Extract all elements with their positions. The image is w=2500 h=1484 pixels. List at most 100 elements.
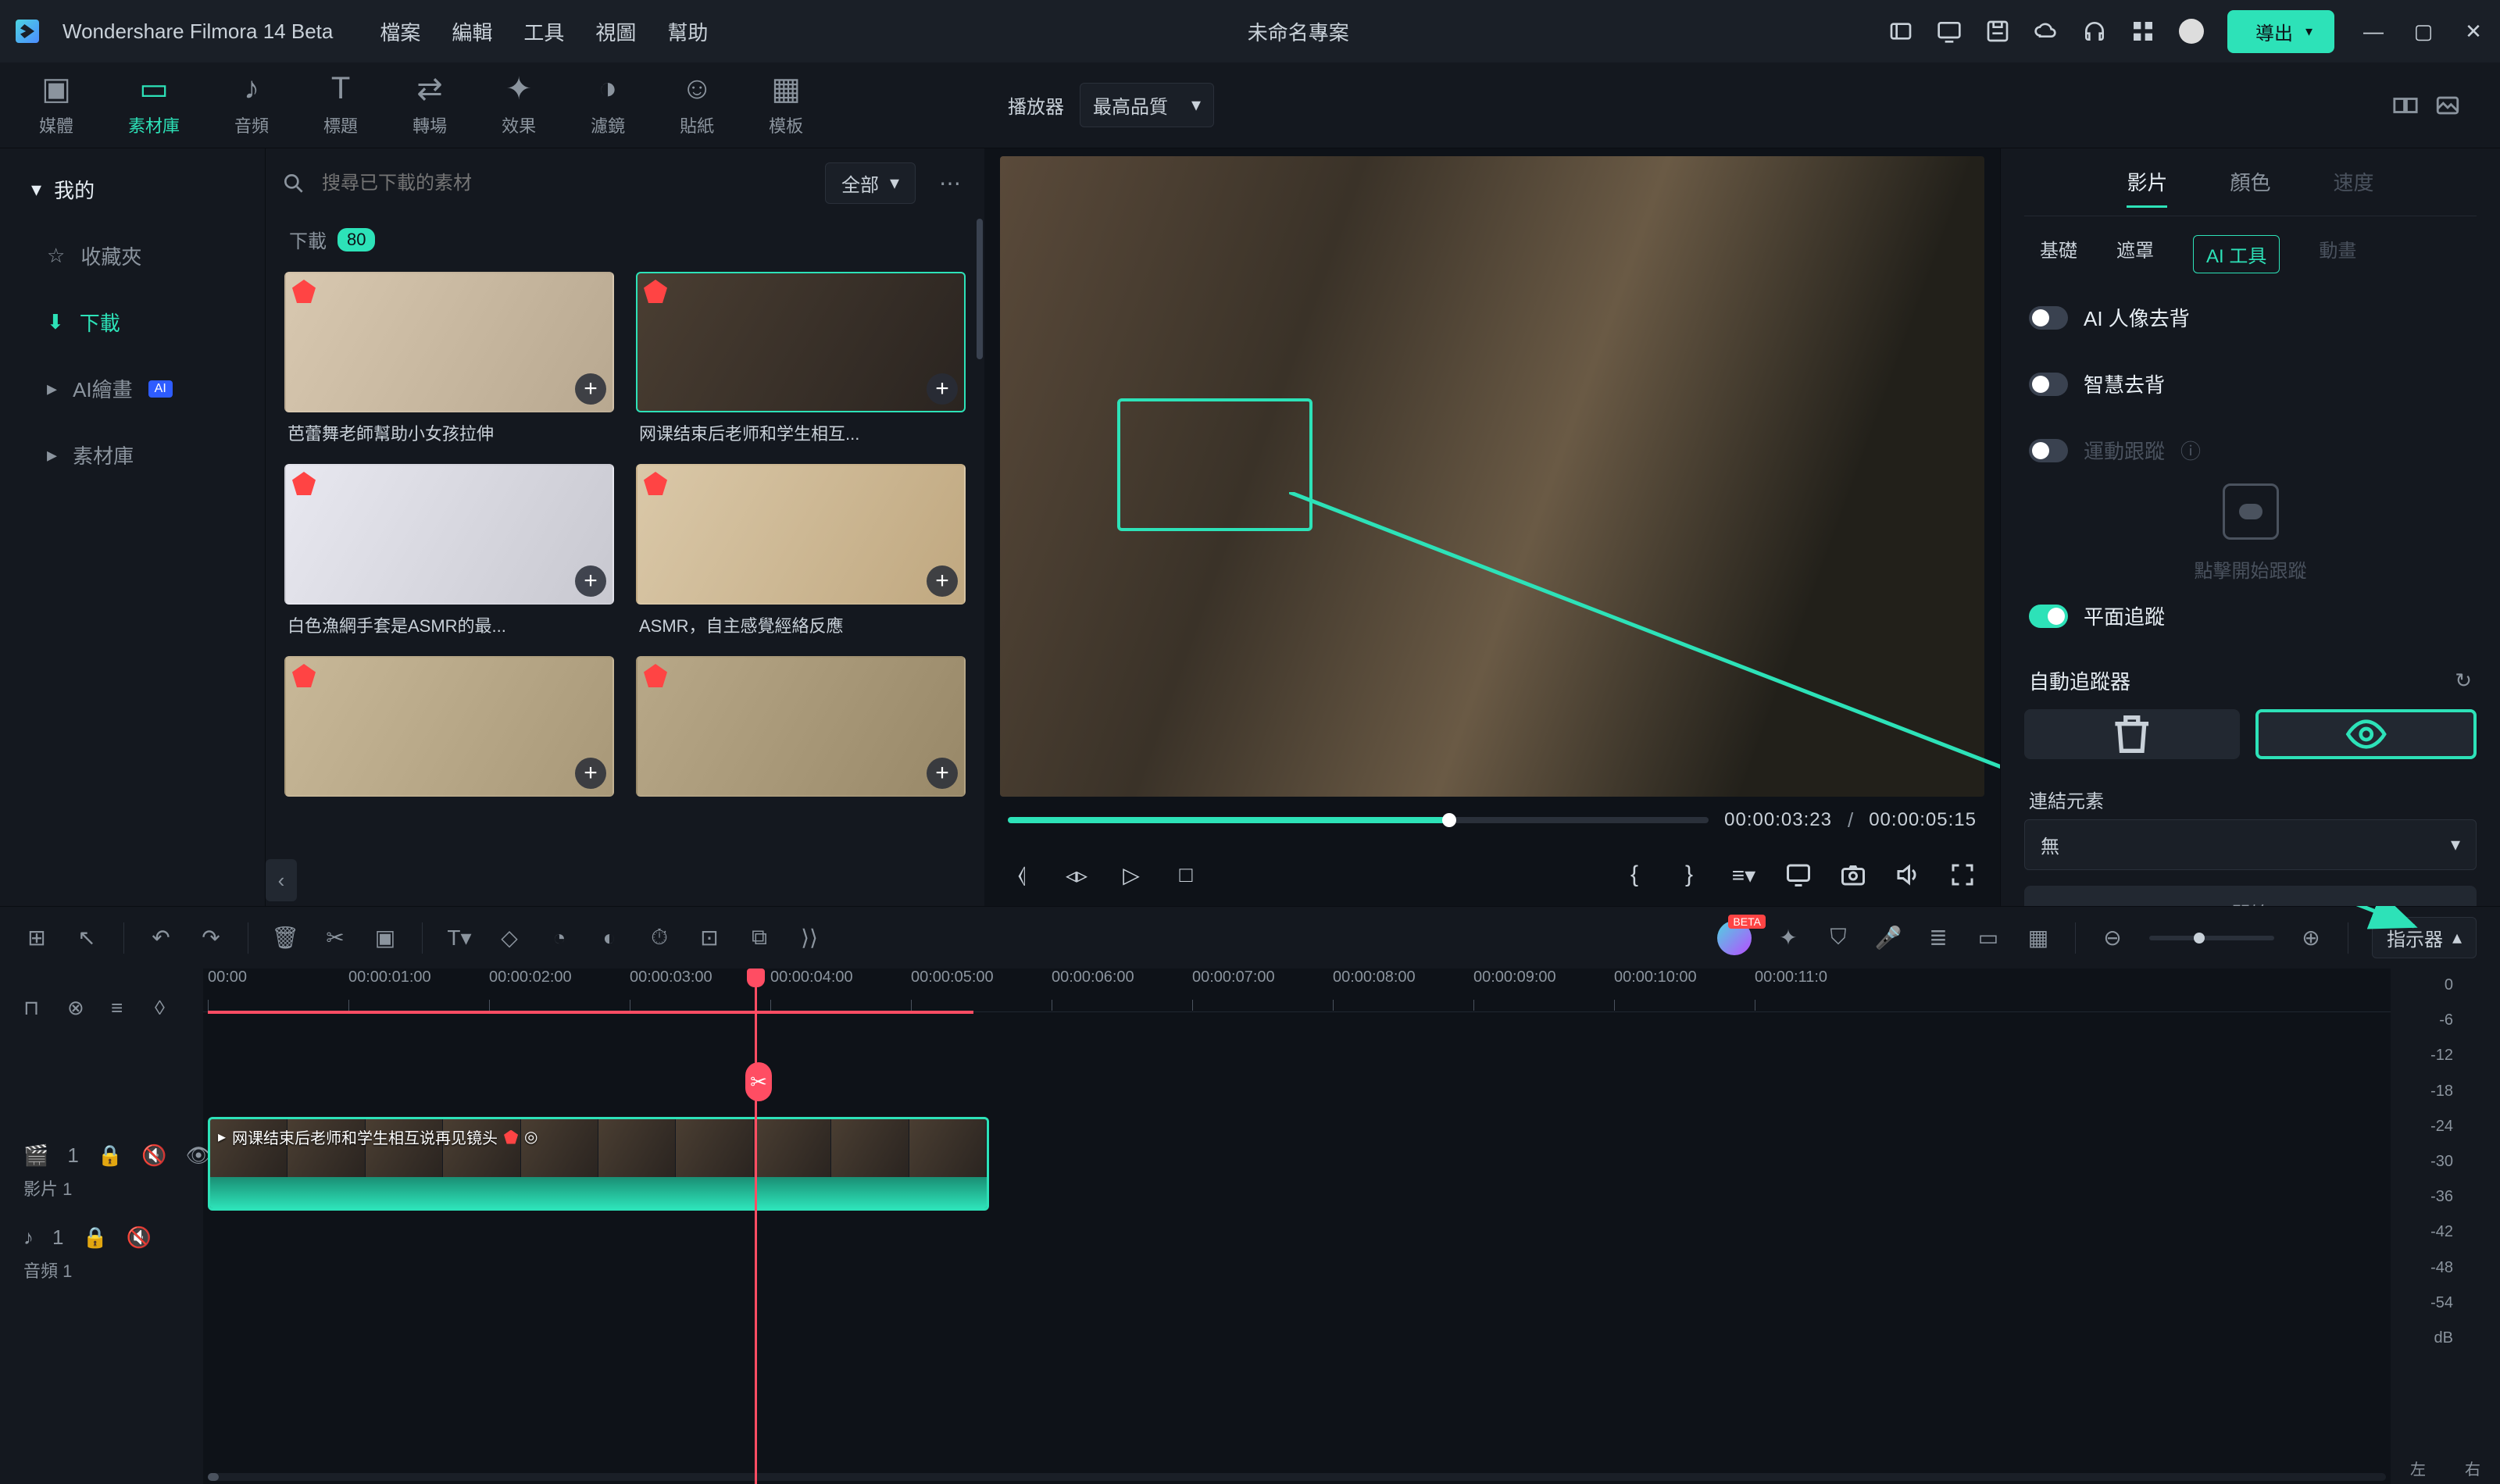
compare-icon[interactable]	[2392, 92, 2419, 119]
media-thumb[interactable]: +	[636, 656, 966, 804]
picture-icon[interactable]	[2434, 92, 2461, 119]
tracks-area[interactable]: 00:0000:00:01:0000:00:02:0000:00:03:0000…	[203, 969, 2391, 1484]
play-button[interactable]: ▷	[1117, 861, 1145, 889]
tracking-box[interactable]	[1117, 398, 1312, 531]
lock-icon[interactable]: 🔒	[98, 1143, 123, 1168]
media-thumb[interactable]: +白色漁網手套是ASMR的最...	[284, 464, 614, 637]
add-button[interactable]: +	[927, 565, 958, 597]
marker2-icon[interactable]: ◊	[155, 996, 178, 1019]
export-button[interactable]: 導出▾	[2227, 10, 2334, 53]
sidebar-downloads[interactable]: ⬇下載	[0, 289, 265, 355]
cat-effect[interactable]: ✦效果	[502, 73, 536, 137]
tracker-preview-button[interactable]	[2255, 709, 2477, 759]
sort-icon[interactable]: ≡▾	[1730, 861, 1758, 889]
preview-slider[interactable]: 00:00:03:23 / 00:00:05:15	[1000, 797, 1984, 844]
crop-icon[interactable]: ▣	[372, 925, 398, 951]
enhance-icon[interactable]: ✦	[1775, 925, 1802, 951]
trash-icon[interactable]: 🗑	[272, 925, 298, 951]
menu-file[interactable]: 檔案	[380, 17, 420, 46]
save-icon[interactable]	[1985, 19, 2010, 44]
sidebar-favorites[interactable]: ☆收藏夾	[0, 223, 265, 289]
tab-color[interactable]: 顏色	[2230, 167, 2270, 208]
pointer-icon[interactable]: ↖	[73, 925, 100, 951]
toggle-planar[interactable]	[2029, 605, 2068, 628]
cat-filter[interactable]: ◑濾鏡	[591, 73, 625, 137]
time-ruler[interactable]: 00:0000:00:01:0000:00:02:0000:00:03:0000…	[203, 969, 2391, 1012]
h-scrollbar[interactable]	[208, 1473, 2386, 1481]
text-icon[interactable]: T▾	[446, 925, 473, 951]
mute-icon[interactable]: 🔇	[141, 1143, 166, 1168]
menu-tools[interactable]: 工具	[523, 17, 564, 46]
close-button[interactable]: ✕	[2462, 20, 2484, 42]
timer-icon[interactable]: ⏱	[646, 925, 673, 951]
sidebar-library[interactable]: ▸素材庫	[0, 422, 265, 488]
media-thumb[interactable]: +	[284, 656, 614, 804]
refresh-icon[interactable]: ↻	[2455, 669, 2472, 693]
stop-button[interactable]: □	[1172, 861, 1200, 889]
search-input[interactable]	[322, 173, 809, 194]
render-icon[interactable]: ▦	[2025, 925, 2052, 951]
undo-icon[interactable]: ↶	[148, 925, 174, 951]
panel-icon[interactable]	[1888, 19, 1913, 44]
link-element-select[interactable]: 無▾	[2024, 819, 2477, 870]
toggle-ai-portrait[interactable]	[2029, 306, 2068, 330]
color-icon[interactable]: ◐	[596, 925, 623, 951]
subtab-mask[interactable]: 遮罩	[2116, 235, 2154, 273]
apps-icon[interactable]	[2130, 19, 2155, 44]
cat-library[interactable]: ▭素材庫	[128, 73, 180, 137]
subtab-basic[interactable]: 基礎	[2040, 235, 2077, 273]
minimize-button[interactable]: —	[2362, 20, 2384, 42]
indicator-select[interactable]: 指示器▴	[2372, 917, 2477, 958]
mic-icon[interactable]: 🎤	[1875, 925, 1902, 951]
audio-track-head[interactable]: ♪1🔒🔇 音頻 1	[0, 1218, 203, 1289]
mark-out-button[interactable]: }	[1675, 861, 1703, 889]
filter-select[interactable]: 全部▾	[825, 162, 916, 204]
zoom-slider[interactable]	[2149, 936, 2274, 940]
menu-view[interactable]: 視圖	[595, 17, 636, 46]
layout-icon[interactable]: ⊞	[23, 925, 50, 951]
media-thumb[interactable]: +芭蕾舞老師幫助小女孩拉伸	[284, 272, 614, 445]
subtab-anim[interactable]: 動畫	[2319, 235, 2356, 273]
screen-icon[interactable]	[1937, 19, 1962, 44]
cat-template[interactable]: ▦模板	[769, 73, 803, 137]
lock-icon[interactable]: 🔒	[82, 1225, 107, 1250]
media-thumb[interactable]: +ASMR，自主感覺經絡反應	[636, 464, 966, 637]
playhead[interactable]	[755, 969, 757, 1484]
cat-media[interactable]: ▣媒體	[39, 73, 73, 137]
cut-marker[interactable]: ✂	[745, 1062, 772, 1101]
add-button[interactable]: +	[575, 758, 606, 789]
sidebar-head[interactable]: ▾我的	[0, 156, 265, 223]
quality-select[interactable]: 最高品質▾	[1080, 83, 1214, 127]
preview-viewport[interactable]	[1000, 156, 1984, 797]
add-button[interactable]: +	[927, 373, 958, 405]
speed-icon[interactable]: ◔	[546, 925, 573, 951]
stack-icon[interactable]: ≡	[111, 996, 134, 1019]
toggle-motion-track[interactable]	[2029, 439, 2068, 462]
cat-transition[interactable]: ⇄轉場	[412, 73, 447, 137]
fullscreen-icon[interactable]	[1948, 861, 1977, 889]
keyframe-icon[interactable]: ◇	[496, 925, 523, 951]
tab-speed[interactable]: 速度	[2334, 167, 2374, 208]
cat-title[interactable]: T標題	[323, 73, 358, 137]
link-icon[interactable]: ⊗	[67, 996, 91, 1019]
ai-button[interactable]: BETA	[1717, 921, 1752, 955]
sidebar-ai-draw[interactable]: ▸AI繪畫AI	[0, 355, 265, 422]
maximize-button[interactable]: ▢	[2412, 20, 2434, 42]
cat-sticker[interactable]: ☺貼紙	[680, 73, 714, 137]
volume-icon[interactable]	[1894, 861, 1922, 889]
zoom-out-icon[interactable]: ⊖	[2099, 925, 2126, 951]
marker-icon[interactable]: ▭	[1975, 925, 2002, 951]
video-clip[interactable]: ▸网课结束后老师和学生相互说再见镜头◎	[208, 1117, 989, 1211]
menu-help[interactable]: 幫助	[667, 17, 708, 46]
scissors-icon[interactable]: ✂	[322, 925, 348, 951]
add-button[interactable]: +	[575, 373, 606, 405]
zoom-in-icon[interactable]: ⊕	[2298, 925, 2324, 951]
cloud-icon[interactable]	[2034, 19, 2059, 44]
page-prev[interactable]: ‹	[266, 859, 297, 901]
cat-audio[interactable]: ♪音頻	[234, 73, 269, 137]
shield-icon[interactable]: ⛉	[1825, 925, 1852, 951]
start-button[interactable]: 開始	[2024, 886, 2477, 906]
more-icon[interactable]: ⋯	[931, 170, 969, 196]
tab-video[interactable]: 影片	[2127, 167, 2167, 208]
redo-icon[interactable]: ↷	[198, 925, 224, 951]
